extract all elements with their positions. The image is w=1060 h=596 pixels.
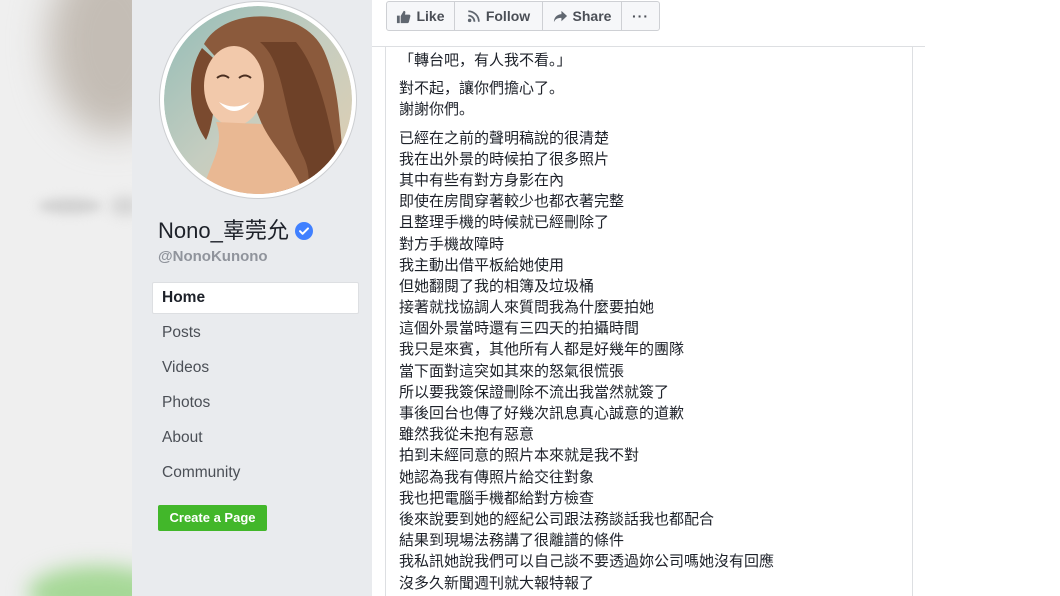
post-line: 即使在房間穿著較少也都衣著完整 xyxy=(399,193,625,211)
nav-item-posts[interactable]: Posts xyxy=(152,317,359,349)
thumbs-up-icon xyxy=(396,9,411,24)
follow-button[interactable]: Follow xyxy=(454,2,542,30)
blurred-shape xyxy=(110,196,132,216)
profile-picture[interactable] xyxy=(160,2,356,198)
post-line: 但她翻閱了我的相簿及垃圾桶 xyxy=(399,277,595,295)
page-name-row: Nono_辜莞允 xyxy=(158,217,313,245)
verified-check-icon xyxy=(294,222,313,240)
more-options-label: ··· xyxy=(632,8,649,24)
post-line: 已經在之前的聲明稿說的很清楚 xyxy=(399,129,610,147)
nav-item-community[interactable]: Community xyxy=(152,457,359,489)
post-line: 拍到未經同意的照片本來就是我不對 xyxy=(399,447,640,465)
post-line: 她認為我有傳照片給交往對象 xyxy=(399,468,595,486)
post-line: 我也把電腦手機都給對方檢查 xyxy=(399,489,595,507)
post-line: 我在出外景的時候拍了很多照片 xyxy=(399,150,610,168)
post-line: 其中有些有對方身影在內 xyxy=(399,171,565,189)
post-line: 「轉台吧，有人我不看。」 xyxy=(399,52,572,69)
page-name[interactable]: Nono_辜莞允 xyxy=(158,217,289,245)
post-line: 事後回台也傳了好幾次訊息真心誠意的道歉 xyxy=(399,405,685,422)
post-line: 所以要我簽保證刪除不流出我當然就簽了 xyxy=(399,383,670,401)
create-page-button[interactable]: Create a Page xyxy=(158,505,267,531)
share-arrow-icon xyxy=(553,9,568,24)
post-line: 我只是來賓，其他所有人都是好幾年的團隊 xyxy=(399,341,685,359)
post-line: 對不起，讓你們擔心了。 xyxy=(399,80,565,98)
page-action-bar: Like Follow Share ··· xyxy=(386,1,660,31)
page-nav: Home Posts Videos Photos About Community xyxy=(152,282,359,492)
post-line: 沒多久新聞週刊就大報特報了 xyxy=(399,574,595,592)
page-sidebar: Nono_辜莞允 @NonoKunono Home Posts Videos P… xyxy=(132,0,372,596)
page-handle[interactable]: @NonoKunono xyxy=(158,248,268,266)
like-label: Like xyxy=(416,8,445,24)
post-line: 且整理手機的時候就已經刪除了 xyxy=(399,214,610,232)
like-button[interactable]: Like xyxy=(387,2,454,30)
post-paragraph: 「轉台吧，有人我不看。」 xyxy=(399,50,900,71)
blurred-shape xyxy=(38,198,102,214)
post-line: 結果到現場法務講了很離譜的條件 xyxy=(399,532,625,550)
post-line: 接著就找協調人來質問我為什麼要拍她 xyxy=(399,299,655,317)
blurred-background xyxy=(0,0,132,596)
nav-item-about[interactable]: About xyxy=(152,422,359,454)
post-line: 這個外景當時還有三四天的拍攝時間 xyxy=(399,320,640,338)
post-line: 謝謝你們。 xyxy=(399,101,475,119)
follow-label: Follow xyxy=(485,8,531,24)
nav-item-videos[interactable]: Videos xyxy=(152,352,359,384)
share-label: Share xyxy=(572,8,612,24)
profile-photo-image xyxy=(164,6,352,194)
post-line: 當下面對這突如其來的怒氣很慌張 xyxy=(399,362,625,380)
post-line: 我主動出借平板給她使用 xyxy=(399,256,565,274)
nav-item-home[interactable]: Home xyxy=(152,282,359,314)
share-button[interactable]: Share xyxy=(542,2,621,30)
blurred-shape xyxy=(48,0,132,135)
post-line: 對方手機故障時 xyxy=(399,235,505,253)
post-paragraph: 對不起，讓你們擔心了。 謝謝你們。 xyxy=(399,78,900,120)
post-line: 我私訊她說我們可以自己談不要透過妳公司嗎她沒有回應 xyxy=(399,553,775,571)
post-paragraph: 已經在之前的聲明稿說的很清楚 我在出外景的時候拍了很多照片 其中有些有對方身影在… xyxy=(399,128,900,594)
rss-icon xyxy=(467,9,481,23)
blurred-shape xyxy=(28,566,132,596)
more-options-button[interactable]: ··· xyxy=(621,2,659,30)
post-line: 後來說要到她的經紀公司跟法務談話我也都配合 xyxy=(399,510,715,528)
verified-badge-icon xyxy=(294,222,313,240)
post-line: 雖然我從未抱有惡意 xyxy=(399,426,535,444)
post-body: 「轉台吧，有人我不看。」 對不起，讓你們擔心了。 謝謝你們。 已經在之前的聲明稿… xyxy=(385,46,913,596)
nav-item-photos[interactable]: Photos xyxy=(152,387,359,419)
page: Nono_辜莞允 @NonoKunono Home Posts Videos P… xyxy=(0,0,1060,596)
